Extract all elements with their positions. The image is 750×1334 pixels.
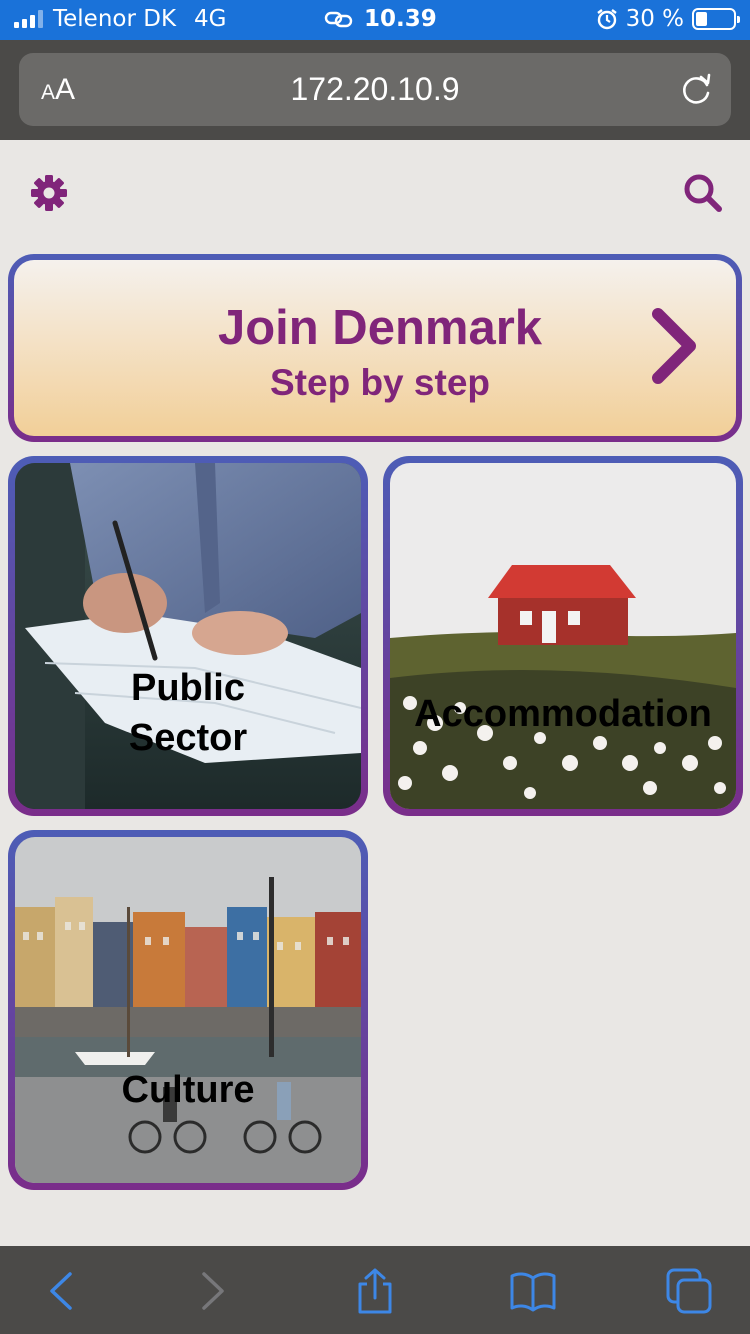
address-bar[interactable]: AA 172.20.10.9 [19,53,731,126]
carrier-name: Telenor DK [53,6,177,32]
tile-public-sector-body: Public Sector [15,463,361,809]
settings-gear-icon[interactable] [30,174,68,212]
red-house-on-hill-photo [390,463,736,809]
share-icon[interactable] [352,1268,398,1314]
tile-label-accommodation: Accommodation [414,693,712,735]
tile-accommodation[interactable]: Accommodation [383,456,743,816]
tile-label-public-sector: Public Sector [128,667,248,759]
clock-time: 10.39 [364,6,437,32]
network-type: 4G [194,6,227,32]
battery-percent: 30 % [625,6,684,32]
tile-public-sector[interactable]: Public Sector [8,456,368,816]
status-center: 10.39 [324,6,437,32]
tile-accommodation-body: Accommodation [390,463,736,809]
join-denmark-card[interactable]: Join Denmark Step by step [8,254,742,442]
search-icon[interactable] [682,172,724,214]
join-denmark-card-body: Join Denmark Step by step [14,260,736,436]
nyhavn-harbour-cyclists-photo [15,837,361,1183]
bookmarks-icon[interactable] [510,1268,556,1314]
link-icon [324,11,353,28]
chevron-right-icon [652,308,696,384]
tile-culture-body: Culture [15,837,361,1183]
url-text[interactable]: 172.20.10.9 [19,71,731,108]
tile-label-culture: Culture [121,1069,255,1111]
hero-subtitle: Step by step [270,362,490,403]
status-bar: Telenor DK 4G 10.39 30 % [0,0,750,40]
reload-icon[interactable] [679,71,715,107]
browser-toolbar [0,1246,750,1334]
hero-title: Join Denmark [217,301,543,355]
alarm-icon [596,9,617,30]
battery-fill [696,12,707,26]
browser-address-area: AA 172.20.10.9 [0,40,750,140]
status-left: Telenor DK 4G [14,6,227,32]
tile-culture[interactable]: Culture [8,830,368,1190]
signal-icon [14,10,43,28]
back-arrow-icon[interactable] [38,1268,84,1314]
forward-arrow-icon[interactable] [190,1268,236,1314]
tabs-icon[interactable] [666,1268,712,1314]
status-right: 30 % [596,6,740,32]
battery-icon [692,8,740,30]
